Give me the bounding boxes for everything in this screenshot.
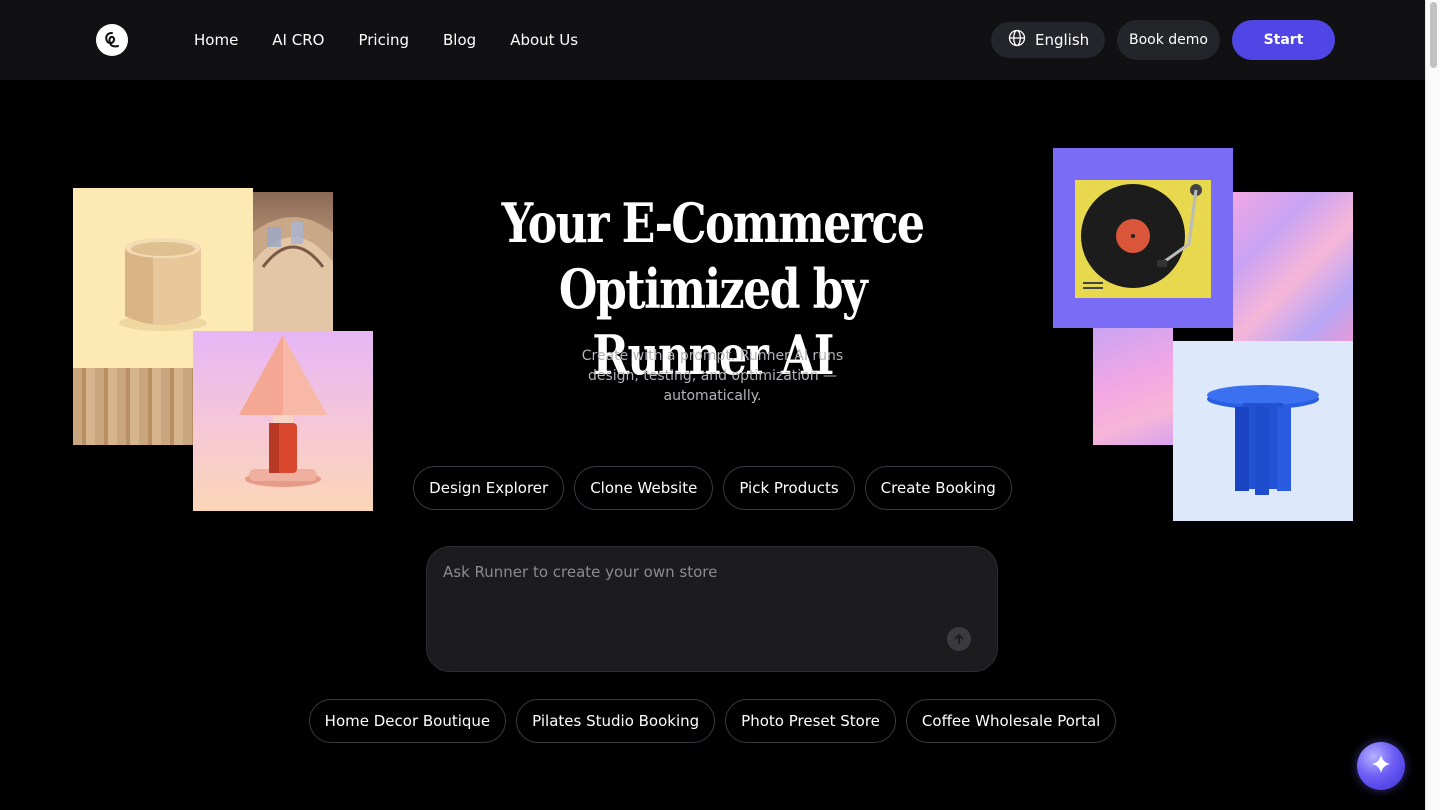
prompt-box bbox=[426, 546, 998, 672]
chip-pick-products[interactable]: Pick Products bbox=[723, 466, 855, 510]
nav-link-ai-cro[interactable]: AI CRO bbox=[272, 31, 324, 49]
prompt-input[interactable] bbox=[443, 563, 963, 623]
nav-link-pricing[interactable]: Pricing bbox=[358, 31, 409, 49]
chip-create-booking[interactable]: Create Booking bbox=[864, 466, 1012, 510]
chip-pilates-studio-booking[interactable]: Pilates Studio Booking bbox=[516, 699, 716, 743]
runner-logo-icon[interactable] bbox=[96, 24, 128, 56]
send-button[interactable] bbox=[947, 627, 971, 651]
chip-design-explorer[interactable]: Design Explorer bbox=[413, 466, 565, 510]
arch-architecture-image bbox=[253, 192, 333, 332]
chip-home-decor-boutique[interactable]: Home Decor Boutique bbox=[308, 699, 507, 743]
chip-coffee-wholesale-portal[interactable]: Coffee Wholesale Portal bbox=[905, 699, 1117, 743]
page-scrollbar[interactable] bbox=[1425, 0, 1440, 810]
example-prompt-chips: Home Decor Boutique Pilates Studio Booki… bbox=[0, 699, 1425, 743]
nav-link-home[interactable]: Home bbox=[194, 31, 238, 49]
globe-icon bbox=[1008, 29, 1026, 51]
abstract-painting-image bbox=[1233, 192, 1353, 342]
main-nav: Home AI CRO Pricing Blog About Us bbox=[194, 0, 612, 80]
chip-clone-website[interactable]: Clone Website bbox=[574, 466, 714, 510]
wood-texture-image bbox=[73, 368, 193, 445]
sparkle-icon bbox=[1370, 753, 1392, 779]
arrow-up-icon bbox=[953, 630, 965, 649]
ai-assistant-button[interactable] bbox=[1357, 742, 1405, 790]
chip-photo-preset-store[interactable]: Photo Preset Store bbox=[725, 699, 896, 743]
start-button[interactable]: Start bbox=[1232, 20, 1335, 60]
scrollbar-thumb[interactable] bbox=[1430, 2, 1437, 68]
hero-title-line-1: Your E-Commerce bbox=[501, 191, 925, 255]
nav-link-about-us[interactable]: About Us bbox=[510, 31, 578, 49]
hero-subtitle: Create with a prompt. Runner AI runs des… bbox=[581, 348, 844, 404]
language-selector[interactable]: English bbox=[991, 22, 1105, 58]
nav-link-blog[interactable]: Blog bbox=[443, 31, 476, 49]
quick-action-chips: Design Explorer Clone Website Pick Produ… bbox=[0, 466, 1425, 510]
top-nav-bar: Home AI CRO Pricing Blog About Us Englis… bbox=[0, 0, 1425, 80]
book-demo-button[interactable]: Book demo bbox=[1117, 20, 1220, 60]
language-label: English bbox=[1035, 31, 1090, 49]
abstract-painting-detail-image bbox=[1093, 328, 1173, 445]
turntable-product-image bbox=[1053, 148, 1233, 328]
